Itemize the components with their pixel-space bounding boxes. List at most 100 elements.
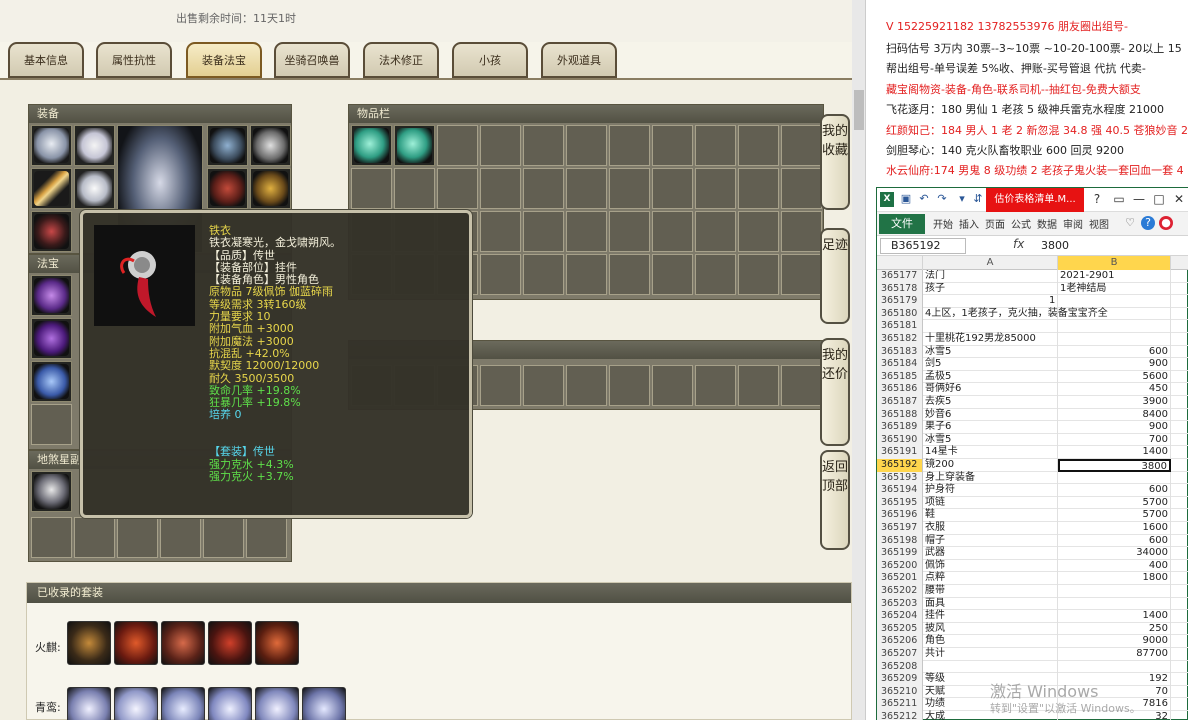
equip-slot[interactable] bbox=[207, 125, 248, 166]
row-number[interactable]: 365206 bbox=[877, 635, 923, 648]
cell-b[interactable]: 1400 bbox=[1058, 446, 1171, 459]
suit-item[interactable] bbox=[67, 621, 111, 665]
suit-item[interactable] bbox=[302, 687, 346, 720]
ribbon-options-icon[interactable]: ▭ bbox=[1109, 190, 1129, 208]
suit-item[interactable] bbox=[255, 621, 299, 665]
cell-a[interactable]: 护身符 bbox=[923, 484, 1058, 497]
ribbon-tab-home[interactable]: 开始 bbox=[933, 216, 953, 231]
cell-a[interactable]: 帽子 bbox=[923, 534, 1058, 548]
inventory-slot[interactable] bbox=[437, 125, 478, 166]
inventory-slot[interactable] bbox=[781, 168, 822, 209]
fabao-slot[interactable] bbox=[31, 275, 72, 316]
row-number[interactable]: 365182 bbox=[877, 333, 923, 346]
inventory-slot[interactable] bbox=[480, 168, 521, 209]
row-number[interactable]: 365192 bbox=[877, 459, 923, 472]
inventory-slot[interactable] bbox=[652, 125, 693, 166]
cell-a[interactable] bbox=[923, 320, 1058, 333]
row-number[interactable]: 365183 bbox=[877, 345, 923, 359]
row-number[interactable]: 365211 bbox=[877, 698, 923, 711]
inventory-slot[interactable] bbox=[652, 168, 693, 209]
user-icon[interactable]: ● bbox=[1159, 216, 1173, 230]
cell-b[interactable]: 900 bbox=[1058, 421, 1171, 434]
tab-spell-mods[interactable]: 法术修正 bbox=[363, 42, 439, 78]
row-number[interactable]: 365194 bbox=[877, 484, 923, 497]
maximize-icon[interactable]: □ bbox=[1149, 190, 1169, 208]
row-number[interactable]: 365178 bbox=[877, 282, 923, 296]
cell-b[interactable]: 9000 bbox=[1058, 635, 1171, 648]
notes-scrollbar[interactable] bbox=[852, 0, 866, 720]
inventory-slot[interactable] bbox=[738, 254, 779, 295]
save-icon[interactable]: ▣ bbox=[899, 192, 913, 206]
row-number[interactable]: 365187 bbox=[877, 396, 923, 409]
cell-a[interactable]: 妙音6 bbox=[923, 408, 1058, 422]
heart-icon[interactable]: ♡ bbox=[1123, 216, 1137, 230]
inventory-slot[interactable] bbox=[781, 254, 822, 295]
cell-a[interactable]: 角色 bbox=[923, 635, 1058, 648]
name-box[interactable]: B365192 bbox=[880, 238, 966, 254]
cell-b[interactable]: 3800 bbox=[1058, 459, 1171, 472]
cell-b[interactable]: 5700 bbox=[1058, 496, 1171, 510]
inventory-slot[interactable] bbox=[523, 168, 564, 209]
row-number[interactable]: 365193 bbox=[877, 471, 923, 485]
ribbon-tab-view[interactable]: 视图 bbox=[1089, 216, 1109, 231]
tab-equipment[interactable]: 装备法宝 bbox=[186, 42, 262, 78]
row-number[interactable]: 365180 bbox=[877, 307, 923, 321]
cell-a[interactable]: 身上穿装备 bbox=[923, 471, 1058, 485]
row-number[interactable]: 365212 bbox=[877, 711, 923, 720]
cell-b[interactable]: 5600 bbox=[1058, 370, 1171, 384]
row-number[interactable]: 365204 bbox=[877, 610, 923, 623]
inventory-slot[interactable] bbox=[480, 125, 521, 166]
cell-b[interactable]: 400 bbox=[1058, 559, 1171, 573]
ribbon-tab-insert[interactable]: 插入 bbox=[959, 216, 979, 231]
cell-a[interactable]: 孩子 bbox=[923, 282, 1058, 296]
row-number[interactable]: 365202 bbox=[877, 585, 923, 598]
inventory-slot[interactable] bbox=[738, 365, 779, 406]
row-number[interactable]: 365177 bbox=[877, 270, 923, 283]
inventory-slot[interactable] bbox=[351, 168, 392, 209]
cell-a[interactable]: 果子6 bbox=[923, 421, 1058, 434]
row-number[interactable]: 365185 bbox=[877, 370, 923, 384]
cell-b[interactable] bbox=[1058, 585, 1171, 598]
inventory-slot[interactable] bbox=[480, 254, 521, 295]
redo-icon[interactable]: ↷ bbox=[935, 192, 949, 206]
cell-b[interactable]: 1600 bbox=[1058, 522, 1171, 535]
equip-slot[interactable] bbox=[74, 168, 115, 209]
cell-a[interactable]: 冰雪5 bbox=[923, 433, 1058, 447]
suit-item[interactable] bbox=[114, 621, 158, 665]
cell-b[interactable]: 1老神结局 bbox=[1058, 282, 1171, 296]
inventory-slot[interactable] bbox=[566, 211, 607, 252]
row-number[interactable]: 365181 bbox=[877, 320, 923, 333]
equip-slot[interactable] bbox=[31, 211, 72, 252]
inventory-slot[interactable] bbox=[695, 365, 736, 406]
dishaxing-slot[interactable] bbox=[31, 517, 72, 558]
inventory-slot[interactable] bbox=[781, 211, 822, 252]
cell-b[interactable] bbox=[1058, 307, 1171, 321]
cell-a[interactable]: 哥俩好6 bbox=[923, 383, 1058, 396]
column-header-a[interactable]: A bbox=[923, 256, 1058, 270]
column-header-b[interactable]: B bbox=[1058, 256, 1171, 270]
back-to-top-button[interactable]: 返回顶部 bbox=[820, 450, 850, 550]
equip-slot[interactable] bbox=[207, 168, 248, 209]
cell-a[interactable]: 佩饰 bbox=[923, 559, 1058, 573]
cell-a[interactable]: 腰带 bbox=[923, 585, 1058, 598]
inventory-slot[interactable] bbox=[523, 254, 564, 295]
close-icon[interactable]: ✕ bbox=[1169, 190, 1188, 208]
cell-b[interactable] bbox=[1058, 295, 1171, 308]
cell-a[interactable]: 点粹 bbox=[923, 572, 1058, 585]
cell-a[interactable]: 共计 bbox=[923, 648, 1058, 661]
cell-b[interactable]: 8400 bbox=[1058, 408, 1171, 422]
cell-a[interactable]: 挂件 bbox=[923, 610, 1058, 623]
inventory-slot[interactable] bbox=[652, 254, 693, 295]
inventory-slot[interactable] bbox=[609, 365, 650, 406]
inventory-slot[interactable] bbox=[523, 125, 564, 166]
suit-item[interactable] bbox=[208, 687, 252, 720]
inventory-slot[interactable] bbox=[738, 211, 779, 252]
cell-a[interactable]: 武器 bbox=[923, 547, 1058, 560]
inventory-slot[interactable] bbox=[566, 365, 607, 406]
inventory-slot[interactable] bbox=[652, 211, 693, 252]
cell-a[interactable]: 十里桃花192男龙85000 bbox=[923, 333, 1058, 346]
suit-item[interactable] bbox=[67, 687, 111, 720]
row-number[interactable]: 365200 bbox=[877, 559, 923, 573]
row-number[interactable]: 365188 bbox=[877, 408, 923, 422]
equip-slot[interactable] bbox=[31, 168, 72, 209]
